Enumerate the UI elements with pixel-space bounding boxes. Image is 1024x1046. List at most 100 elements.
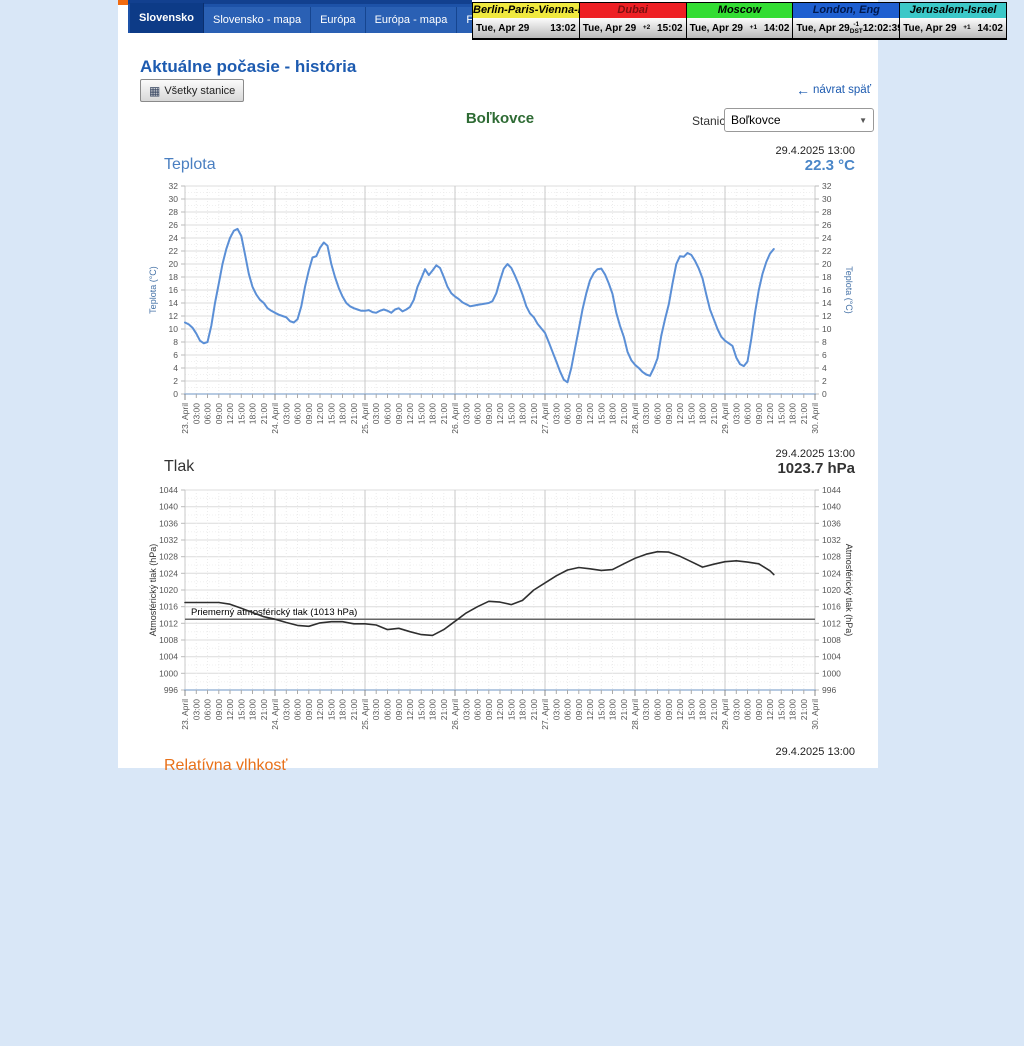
clock-body: Tue, Apr 29+114:02 [900,18,1006,38]
svg-text:1040: 1040 [822,502,841,512]
svg-text:03:00: 03:00 [281,699,291,721]
svg-text:2: 2 [822,376,827,386]
world-clock-0[interactable]: Berlin-Paris-Vienna-RomaTue, Apr 2913:02 [473,3,580,39]
svg-text:14: 14 [169,298,179,308]
nav-tab-0[interactable]: Slovensko [130,3,204,33]
svg-text:06:00: 06:00 [293,699,303,721]
svg-text:Priemerný atmosférický tlak (1: Priemerný atmosférický tlak (1013 hPa) [191,607,357,618]
world-clock-3[interactable]: London, EngTue, Apr 29-1DST12:02:39 [793,3,900,39]
svg-text:15:00: 15:00 [776,699,786,721]
svg-text:06:00: 06:00 [743,403,753,425]
svg-text:12:00: 12:00 [765,699,775,721]
svg-text:25. April: 25. April [360,699,370,730]
svg-text:10: 10 [822,324,832,334]
svg-text:22: 22 [169,246,179,256]
clock-body: Tue, Apr 29+215:02 [580,18,686,38]
svg-text:22: 22 [822,246,832,256]
svg-text:06:00: 06:00 [203,699,213,721]
svg-text:1040: 1040 [159,502,178,512]
svg-text:26. April: 26. April [450,699,460,730]
chart-plot-0: 0022446688101012121414161618182020222224… [140,140,860,442]
svg-text:28. April: 28. April [630,699,640,730]
svg-text:21:00: 21:00 [619,699,629,721]
svg-text:1016: 1016 [159,602,178,612]
svg-text:12:00: 12:00 [495,403,505,425]
svg-text:1032: 1032 [159,535,178,545]
svg-text:21:00: 21:00 [799,403,809,425]
svg-text:03:00: 03:00 [641,699,651,721]
svg-text:09:00: 09:00 [754,699,764,721]
svg-text:15:00: 15:00 [686,403,696,425]
svg-text:Teplota (°C): Teplota (°C) [844,266,854,314]
world-clock-1[interactable]: DubaiTue, Apr 29+215:02 [580,3,687,39]
world-clock-4[interactable]: Jerusalem-IsraelTue, Apr 29+114:02 [900,3,1006,39]
svg-text:1032: 1032 [822,535,841,545]
svg-text:21:00: 21:00 [259,403,269,425]
svg-text:09:00: 09:00 [484,403,494,425]
svg-text:06:00: 06:00 [473,403,483,425]
svg-text:15:00: 15:00 [326,699,336,721]
svg-text:03:00: 03:00 [371,699,381,721]
svg-text:06:00: 06:00 [563,403,573,425]
clock-time: 14:02 [977,23,1003,34]
svg-text:03:00: 03:00 [371,403,381,425]
world-clock-2[interactable]: MoscowTue, Apr 29+114:02 [687,3,794,39]
clock-body: Tue, Apr 2913:02 [473,18,579,38]
svg-text:18:00: 18:00 [698,403,708,425]
svg-text:09:00: 09:00 [394,699,404,721]
clock-time: 13:02 [550,23,576,34]
svg-text:06:00: 06:00 [563,699,573,721]
nav-tab-3[interactable]: Európa - mapa [366,7,458,33]
svg-text:06:00: 06:00 [653,403,663,425]
svg-text:1000: 1000 [822,668,841,678]
svg-text:09:00: 09:00 [214,699,224,721]
svg-text:12:00: 12:00 [405,699,415,721]
svg-text:18:00: 18:00 [608,403,618,425]
station-select[interactable]: Boľkovce ▼ [724,108,874,132]
svg-text:09:00: 09:00 [304,403,314,425]
svg-text:24. April: 24. April [270,403,280,434]
svg-text:1016: 1016 [822,602,841,612]
clock-utc-offset [529,28,550,29]
svg-text:24: 24 [169,233,179,243]
left-arrow-icon: ← [796,85,810,95]
clock-utc-offset: +2 [636,24,657,32]
svg-text:26: 26 [822,220,832,230]
svg-text:18:00: 18:00 [338,699,348,721]
back-link[interactable]: ← návrat späť [796,84,871,96]
svg-text:16: 16 [822,285,832,295]
svg-text:15:00: 15:00 [506,403,516,425]
svg-text:15:00: 15:00 [416,403,426,425]
page-title: Aktuálne počasie - história [140,57,356,77]
nav-tab-2[interactable]: Európa [311,7,365,33]
svg-text:1008: 1008 [822,635,841,645]
nav-tab-1[interactable]: Slovensko - mapa [204,7,311,33]
svg-text:1044: 1044 [822,485,841,495]
svg-text:12:00: 12:00 [585,403,595,425]
svg-text:09:00: 09:00 [664,403,674,425]
svg-text:12:00: 12:00 [675,699,685,721]
clock-city: London, Eng [793,3,899,18]
svg-text:21:00: 21:00 [439,699,449,721]
svg-text:1000: 1000 [159,668,178,678]
chart-0: Teplota29.4.2025 13:0022.3 °C00224466881… [140,140,860,442]
clock-utc-offset: +1 [743,24,764,32]
svg-text:15:00: 15:00 [326,403,336,425]
svg-text:03:00: 03:00 [551,699,561,721]
svg-text:12:00: 12:00 [225,699,235,721]
svg-text:6: 6 [822,350,827,360]
svg-text:18:00: 18:00 [248,699,258,721]
clock-body: Tue, Apr 29-1DST12:02:39 [793,18,899,38]
svg-text:06:00: 06:00 [383,403,393,425]
svg-text:15:00: 15:00 [416,699,426,721]
all-stations-button[interactable]: ▦ Všetky stanice [140,79,244,102]
chart-2: Relatívna vlhkosť29.4.2025 13:00 [140,744,860,1046]
svg-text:15:00: 15:00 [776,403,786,425]
clock-city: Dubai [580,3,686,18]
svg-text:06:00: 06:00 [293,403,303,425]
svg-text:18: 18 [822,272,832,282]
svg-text:1004: 1004 [159,652,178,662]
svg-text:6: 6 [173,350,178,360]
svg-text:06:00: 06:00 [383,699,393,721]
clock-date: Tue, Apr 29 [583,23,636,34]
